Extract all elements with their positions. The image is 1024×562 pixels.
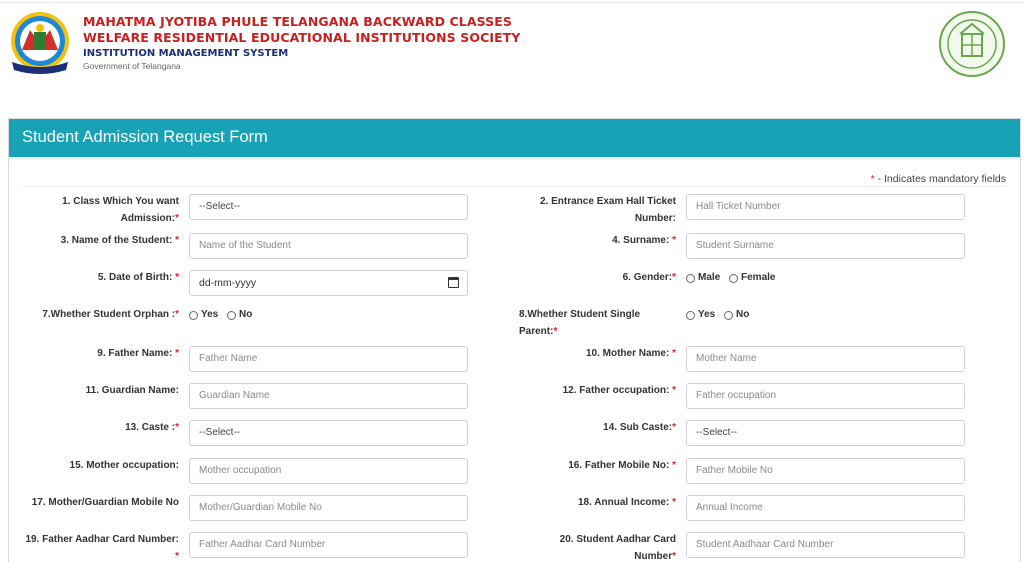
mandatory-note: * - Indicates mandatory fields (871, 173, 1006, 185)
orphan-no-radio[interactable]: No (227, 308, 252, 322)
government-label: Government of Telangana (83, 61, 181, 71)
father-occupation-input[interactable]: Father occupation (686, 383, 965, 409)
mother-name-input[interactable]: Mother Name (686, 346, 965, 372)
gender-radio-group: Male Female (686, 271, 781, 288)
label-sub-caste: 14. Sub Caste:* (603, 422, 676, 433)
label-father-occupation: 12. Father occupation: * (562, 385, 676, 396)
form-header: Student Admission Request Form (9, 119, 1020, 157)
dob-input[interactable]: dd-mm-yyyy (189, 270, 468, 296)
label-class-admission: 1. Class Which You want Admission:* (62, 196, 179, 224)
radio-circle-icon[interactable] (227, 310, 237, 320)
single-parent-radio-group: Yes No (686, 308, 755, 325)
system-name: INSTITUTION MANAGEMENT SYSTEM (83, 48, 289, 59)
org-title-block: MAHATMA JYOTIBA PHULE TELANGANA BACKWARD… (83, 14, 521, 73)
gender-male-radio[interactable]: Male (686, 271, 720, 285)
telangana-emblem-icon (939, 11, 1005, 77)
mandatory-note-text: - Indicates mandatory fields (874, 173, 1006, 185)
org-name-line2: WELFARE RESIDENTIAL EDUCATIONAL INSTITUT… (83, 30, 521, 45)
orphan-radio-group: Yes No (189, 308, 258, 325)
single-parent-no-radio[interactable]: No (724, 308, 749, 322)
radio-circle-icon[interactable] (686, 310, 695, 320)
caste-select[interactable]: --Select-- (189, 420, 468, 446)
radio-circle-icon[interactable] (686, 273, 695, 283)
annual-income-input[interactable]: Annual Income (686, 495, 965, 521)
org-name-line1: MAHATMA JYOTIBA PHULE TELANGANA BACKWARD… (83, 14, 513, 29)
label-hall-ticket: 2. Entrance Exam Hall Ticket Number: (540, 196, 676, 224)
label-father-name: 9. Father Name: * (97, 348, 179, 359)
divider (23, 186, 1006, 187)
label-student-name: 3. Name of the Student: * (60, 235, 179, 246)
gender-female-radio[interactable]: Female (729, 271, 775, 285)
top-border (0, 0, 1024, 3)
label-surname: 4. Surname: * (612, 235, 676, 246)
father-aadhar-input[interactable]: Father Aadhar Card Number (189, 532, 468, 558)
guardian-name-input[interactable]: Guardian Name (189, 383, 468, 409)
sub-caste-select[interactable]: --Select-- (686, 420, 965, 446)
label-mother-occupation: 15. Mother occupation: (69, 460, 179, 471)
header-shadow (9, 157, 1020, 161)
class-select[interactable]: --Select-- (189, 194, 468, 220)
society-logo-icon (11, 12, 69, 74)
label-orphan: 7.Whether Student Orphan :* (42, 309, 179, 320)
orphan-yes-radio[interactable]: Yes (189, 308, 218, 322)
father-name-input[interactable]: Father Name (189, 346, 468, 372)
admission-form-panel: Student Admission Request Form * - Indic… (8, 118, 1021, 562)
student-name-input[interactable]: Name of the Student (189, 233, 468, 259)
hall-ticket-input[interactable]: Hall Ticket Number (686, 194, 965, 220)
label-guardian-mobile: 17. Mother/Guardian Mobile No (31, 497, 179, 508)
single-parent-yes-radio[interactable]: Yes (686, 308, 715, 322)
label-caste: 13. Caste :* (125, 422, 179, 433)
radio-circle-icon[interactable] (724, 310, 734, 320)
label-mother-name: 10. Mother Name: * (585, 348, 676, 359)
mother-occupation-input[interactable]: Mother occupation (189, 458, 468, 484)
label-student-aadhar: 20. Student Aadhar Card Number* (559, 534, 676, 562)
label-guardian-name: 11. Guardian Name: (85, 385, 179, 396)
guardian-mobile-input[interactable]: Mother/Guardian Mobile No (189, 495, 468, 521)
father-mobile-input[interactable]: Father Mobile No (686, 458, 965, 484)
label-gender: 6. Gender:* (622, 272, 676, 283)
radio-circle-icon[interactable] (729, 273, 739, 283)
surname-input[interactable]: Student Surname (686, 233, 965, 259)
label-annual-income: 18. Annual Income: * (577, 497, 676, 508)
label-dob: 5. Date of Birth: * (97, 272, 179, 283)
label-father-mobile: 16. Father Mobile No: * (568, 460, 676, 471)
form-title: Student Admission Request Form (22, 128, 268, 146)
student-aadhar-input[interactable]: Student Aadhaar Card Number (686, 532, 965, 558)
label-father-aadhar: 19. Father Aadhar Card Number: * (25, 534, 179, 562)
label-single-parent: 8.Whether Student Single Parent:* (519, 309, 641, 337)
calendar-icon[interactable] (448, 277, 459, 288)
radio-circle-icon[interactable] (189, 310, 198, 320)
